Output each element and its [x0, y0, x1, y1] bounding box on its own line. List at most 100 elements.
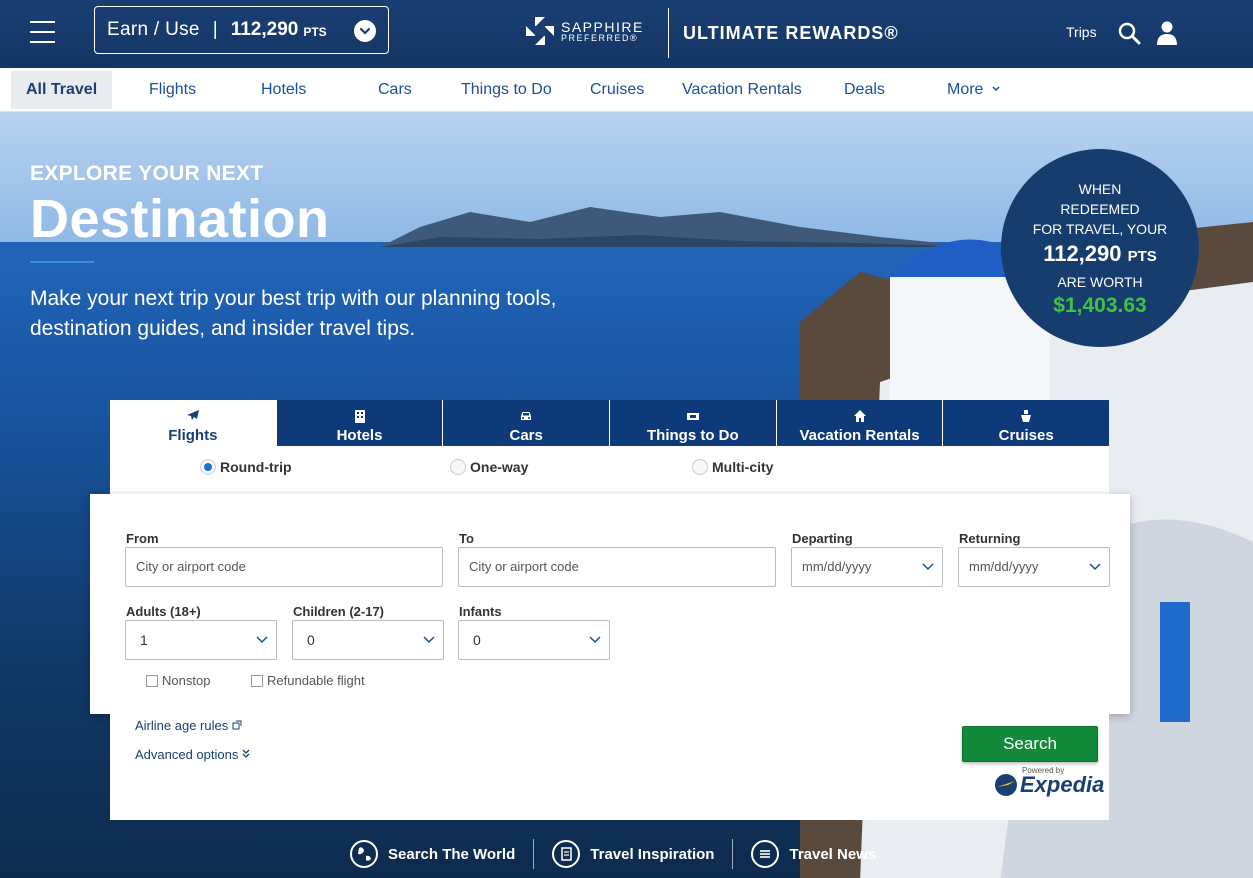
- flight-search-form: From City or airport code To City or air…: [90, 494, 1130, 714]
- chevron-down-icon: [922, 563, 934, 571]
- children-label: Children (2-17): [293, 604, 385, 619]
- hamburger-menu-icon[interactable]: [30, 21, 55, 43]
- airplane-icon: [186, 410, 199, 420]
- departing-label: Departing: [792, 531, 853, 546]
- nav-more[interactable]: More: [937, 71, 1011, 109]
- trips-link[interactable]: Trips: [1066, 24, 1097, 40]
- top-header: Earn / Use | 112,290 PTS SAPPHIRE PREFER…: [0, 0, 1253, 68]
- ultimate-rewards-title: ULTIMATE REWARDS®: [683, 23, 899, 43]
- travel-inspiration-link[interactable]: Travel Inspiration: [552, 840, 714, 868]
- nav-things-to-do[interactable]: Things to Do: [451, 71, 562, 109]
- hero-subtitle: Make your next trip your best trip with …: [30, 287, 557, 340]
- redeem-dollar-value: $1,403.63: [1053, 294, 1147, 317]
- chevron-down-icon: [1089, 563, 1101, 571]
- search-actions-panel: Airline age rules Advanced options Searc…: [110, 714, 1109, 820]
- checkbox-box: [251, 674, 263, 687]
- nav-cruises[interactable]: Cruises: [580, 71, 654, 109]
- house-icon: [853, 410, 866, 422]
- user-profile-icon[interactable]: [1156, 21, 1178, 45]
- travel-nav-bar: All Travel Flights Hotels Cars Things to…: [0, 68, 1253, 112]
- search-icon[interactable]: [1117, 21, 1141, 45]
- passport-icon: [552, 840, 581, 868]
- hero-title: Destination: [30, 189, 330, 249]
- tab-cars[interactable]: Cars: [443, 400, 611, 446]
- infants-label: Infants: [459, 604, 502, 619]
- ticket-icon: [686, 413, 699, 420]
- chevron-down-icon[interactable]: [354, 20, 376, 42]
- nav-vacation-rentals[interactable]: Vacation Rentals: [672, 71, 812, 109]
- radio-dot-selected: [200, 459, 216, 475]
- refundable-checkbox[interactable]: Refundable flight: [251, 673, 365, 688]
- redeem-line-2: REDEEMED: [1060, 201, 1140, 217]
- nav-hotels[interactable]: Hotels: [251, 71, 316, 109]
- sapphire-preferred-logo: SAPPHIRE PREFERRED®: [525, 16, 644, 46]
- header-points-value: 112,290: [230, 19, 299, 40]
- tab-flights[interactable]: Flights: [110, 400, 277, 446]
- brand-preferred-text: PREFERRED®: [561, 32, 639, 43]
- travel-news-link[interactable]: Travel News: [751, 840, 876, 868]
- to-field[interactable]: City or airport code: [458, 547, 776, 587]
- returning-date-field[interactable]: mm/dd/yyyy: [958, 547, 1110, 587]
- search-type-tabs: Flights Hotels Cars Things to Do Vacatio…: [110, 400, 1110, 446]
- chevron-down-icon: [256, 636, 268, 644]
- advanced-options-label: Advanced options: [135, 747, 239, 762]
- car-icon: [521, 412, 532, 420]
- travel-news-label: Travel News: [789, 845, 877, 863]
- radio-one-way[interactable]: One-way: [450, 459, 528, 475]
- redeem-points-unit: PTS: [1127, 248, 1157, 265]
- search-button[interactable]: Search: [962, 726, 1098, 762]
- search-the-world-label: Search The World: [388, 845, 516, 863]
- hero-underline: [30, 261, 94, 263]
- radio-multi-city[interactable]: Multi-city: [692, 459, 773, 475]
- redeem-points: 112,290 PTS: [1001, 239, 1199, 272]
- tab-things-to-do-label: Things to Do: [647, 427, 739, 444]
- tab-hotels[interactable]: Hotels: [276, 400, 444, 446]
- from-label: From: [126, 531, 159, 546]
- departing-placeholder: mm/dd/yyyy: [802, 559, 872, 574]
- nav-all-travel[interactable]: All Travel: [11, 71, 113, 109]
- advanced-options-link[interactable]: Advanced options: [135, 747, 250, 762]
- nav-deals[interactable]: Deals: [834, 71, 895, 109]
- radio-round-trip[interactable]: Round-trip: [200, 459, 292, 475]
- chevron-down-icon: [589, 636, 601, 644]
- departing-date-field[interactable]: mm/dd/yyyy: [791, 547, 943, 587]
- building-icon: [354, 410, 365, 423]
- adults-value: 1: [140, 632, 148, 648]
- nav-cars[interactable]: Cars: [368, 71, 422, 109]
- nav-flights[interactable]: Flights: [139, 71, 206, 109]
- news-lines-icon: [751, 840, 780, 868]
- radio-dot: [450, 459, 466, 475]
- nav-more-label: More: [947, 81, 984, 98]
- tab-things-to-do[interactable]: Things to Do: [610, 400, 777, 446]
- ship-icon: [1021, 410, 1032, 422]
- brand-divider: [668, 8, 669, 58]
- bottom-links: Search The World Travel Inspiration Trav…: [350, 838, 876, 870]
- tab-cruises[interactable]: Cruises: [943, 400, 1110, 446]
- checkbox-box: [146, 674, 158, 687]
- nonstop-checkbox[interactable]: Nonstop: [146, 673, 210, 688]
- header-points-unit: PTS: [303, 25, 327, 39]
- globe-icon: [350, 840, 378, 868]
- infants-select[interactable]: 0: [458, 620, 610, 660]
- search-the-world-link[interactable]: Search The World: [350, 840, 515, 868]
- tab-vacation-rentals[interactable]: Vacation Rentals: [776, 400, 944, 446]
- one-way-label: One-way: [470, 459, 529, 475]
- tab-cruises-label: Cruises: [998, 427, 1054, 444]
- chevron-down-icon: [992, 86, 1000, 92]
- tab-flights-label: Flights: [168, 427, 218, 444]
- tab-hotels-label: Hotels: [336, 427, 383, 444]
- points-value-badge: WHEN REDEEMED FOR TRAVEL, YOUR 112,290 P…: [1001, 149, 1199, 347]
- from-field[interactable]: City or airport code: [125, 547, 443, 587]
- expedia-logo: Expedia: [994, 772, 1104, 798]
- brand-sapphire-text: SAPPHIRE: [561, 18, 644, 35]
- adults-select[interactable]: 1: [125, 620, 277, 660]
- airline-age-rules-link[interactable]: Airline age rules: [135, 718, 242, 733]
- footer-divider: [732, 839, 734, 869]
- earn-use-label: Earn / Use: [107, 19, 200, 40]
- children-select[interactable]: 0: [292, 620, 444, 660]
- earn-use-points-selector[interactable]: Earn / Use | 112,290 PTS: [94, 6, 389, 54]
- radio-dot: [692, 459, 708, 475]
- returning-label: Returning: [959, 531, 1021, 546]
- travel-inspiration-label: Travel Inspiration: [590, 845, 715, 863]
- redeem-points-value: 112,290: [1043, 241, 1122, 266]
